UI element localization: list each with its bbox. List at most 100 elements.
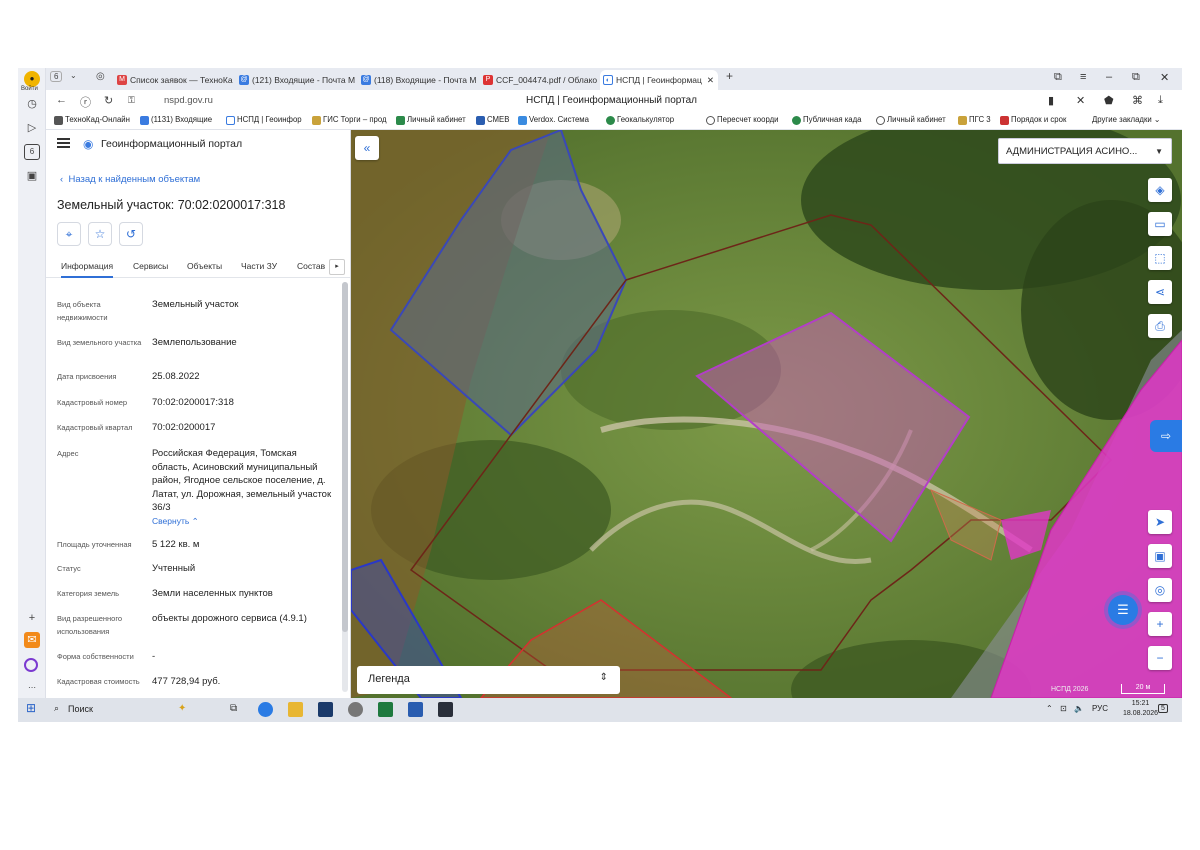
tab-objects[interactable]: Объекты xyxy=(187,261,222,271)
ruler-button[interactable]: ▭ xyxy=(1148,212,1172,236)
share-button[interactable]: ⋖ xyxy=(1148,280,1172,304)
basemap-button[interactable]: ▣ xyxy=(1148,544,1172,568)
bookmark-item[interactable]: Геокалькулятор xyxy=(606,115,674,125)
shield-icon[interactable]: ⬟ xyxy=(1104,94,1114,107)
bookmark-item[interactable]: Пересчет коорди xyxy=(706,115,779,125)
folder-icon[interactable] xyxy=(288,702,303,717)
bookmark-item[interactable]: Verdox. Система xyxy=(518,115,589,125)
layers-button[interactable]: ◈ xyxy=(1148,178,1172,202)
tab-1[interactable]: M Список заявок — ТехноКа xyxy=(114,70,234,90)
close-tab-icon[interactable]: ✕ xyxy=(707,70,714,90)
translate-icon[interactable]: ⌘ xyxy=(1132,94,1143,107)
bookmark-item[interactable]: Публичная када xyxy=(792,115,862,125)
tab-5-active[interactable]: ◐ НСПД | Геоинформац ✕ xyxy=(600,70,718,90)
zoom-in-button[interactable]: + xyxy=(1148,612,1172,636)
url-field[interactable]: nspd.gov.ru xyxy=(164,95,213,106)
locate-object-button[interactable]: ⌖ xyxy=(57,222,81,246)
favorite-button[interactable]: ☆ xyxy=(88,222,112,246)
tabs-counter-icon[interactable]: 6 xyxy=(24,144,40,160)
menu-icon[interactable]: ≡ xyxy=(1080,71,1086,83)
mail-app-icon[interactable]: ✉ xyxy=(24,632,40,648)
admin-select[interactable]: АДМИНИСТРАЦИЯ АСИНО... ▼ xyxy=(998,138,1172,164)
cabinet-icon xyxy=(396,116,405,125)
edge-icon[interactable] xyxy=(258,702,273,717)
notifications-icon[interactable]: 5 xyxy=(1158,704,1168,713)
copilot-icon[interactable]: ✦ xyxy=(178,703,186,714)
bookmark-item[interactable]: (1131) Входящие xyxy=(140,115,212,125)
collapse-panel-button[interactable]: « xyxy=(355,136,379,160)
play-icon[interactable]: ▷ xyxy=(24,120,40,136)
chevron-down-icon[interactable]: ⌄ xyxy=(70,71,77,80)
bookmark-item[interactable]: ТехноКад-Онлайн xyxy=(54,115,130,125)
reload-icon[interactable]: ↻ xyxy=(104,94,113,107)
clock[interactable]: 15:21 18.08.2026 xyxy=(1123,699,1158,719)
more-icon[interactable]: ⋯ xyxy=(24,680,40,696)
tab-information[interactable]: Информация xyxy=(61,261,114,278)
tab-count-button[interactable]: 6 xyxy=(50,71,63,82)
close-window-button[interactable]: ✕ xyxy=(1160,71,1169,84)
bookmark-item[interactable]: СМЕВ xyxy=(476,115,509,125)
back-icon[interactable]: ← xyxy=(56,94,67,106)
screenshot-icon[interactable]: ▣ xyxy=(24,168,40,184)
windows-start-icon[interactable]: ⊞ xyxy=(26,701,36,715)
chat-button[interactable]: ☰ xyxy=(1108,595,1138,625)
history-icon[interactable]: ◷ xyxy=(24,96,40,112)
word-icon[interactable] xyxy=(408,702,423,717)
restore-button[interactable]: ⧉ xyxy=(1132,71,1140,84)
geolocation-button[interactable]: ➤ xyxy=(1148,510,1172,534)
app-title: Геоинформационный портал xyxy=(101,138,243,150)
excel-icon[interactable] xyxy=(378,702,393,717)
menu-icon[interactable] xyxy=(57,138,70,148)
field-label: Вид земельного участка xyxy=(57,338,142,347)
add-icon[interactable]: + xyxy=(24,610,40,626)
print-button[interactable]: ⎙ xyxy=(1148,314,1172,338)
profile-icon[interactable]: ● xyxy=(24,71,40,87)
tray-chevron-icon[interactable]: ⌃ xyxy=(1046,704,1053,713)
volume-icon[interactable]: 🔈 xyxy=(1074,704,1084,713)
app-icon[interactable] xyxy=(348,702,363,717)
tab-4[interactable]: P CCF_004474.pdf / Облако xyxy=(480,70,598,90)
collapse-link[interactable]: Свернуть ⌃ xyxy=(152,515,332,529)
tab-parts[interactable]: Части ЗУ xyxy=(241,261,277,271)
downloads-icon[interactable]: ⤓ xyxy=(1158,94,1163,107)
tab-composition[interactable]: Состав xyxy=(297,261,325,271)
taskbar-search[interactable]: ⌕ Поиск xyxy=(48,700,218,720)
extension-icon[interactable]: ✕ xyxy=(1076,94,1085,107)
yandex-browser-icon[interactable] xyxy=(318,702,333,717)
map-view[interactable]: « АДМИНИСТРАЦИЯ АСИНО... ▼ ◈ ▭ ⬚ ⋖ ⎙ ⇨ ➤ … xyxy=(351,130,1182,698)
minimize-button[interactable]: – xyxy=(1106,71,1112,83)
yandex-icon[interactable]: ⓡ xyxy=(80,94,91,110)
language-indicator[interactable]: РУС xyxy=(1092,704,1108,713)
mail-icon: @ xyxy=(239,75,249,85)
field-value: 25.08.2022 xyxy=(152,371,200,382)
new-tab-button[interactable]: + xyxy=(726,69,733,83)
bookmark-item[interactable]: ПГС 3 xyxy=(958,115,991,125)
alice-icon[interactable] xyxy=(24,658,38,672)
task-view-icon[interactable]: ⧉ xyxy=(230,703,237,714)
network-icon[interactable]: ⊡ xyxy=(1060,704,1067,713)
tabs-scroll-right-button[interactable]: ▸ xyxy=(329,259,345,275)
select-area-button[interactable]: ⬚ xyxy=(1148,246,1172,270)
bookmark-item[interactable]: НСПД | Геоинфор xyxy=(226,115,302,125)
scrollbar-thumb[interactable] xyxy=(342,282,348,632)
tab-services[interactable]: Сервисы xyxy=(133,261,168,271)
panel-scrollbar[interactable] xyxy=(342,282,348,692)
back-link[interactable]: ‹ Назад к найденным объектам xyxy=(60,174,200,185)
bookmark-icon[interactable]: ▮ xyxy=(1048,94,1054,107)
zoom-out-button[interactable]: − xyxy=(1148,646,1172,670)
profile-label[interactable]: Войти xyxy=(21,86,38,92)
bookmark-item[interactable]: Личный кабинет xyxy=(876,115,946,125)
legend-dropdown[interactable]: Легенда ⇕ xyxy=(357,666,620,694)
alice-tab-icon[interactable]: ◎ xyxy=(96,71,105,82)
tab-2[interactable]: @ (121) Входящие - Почта М xyxy=(236,70,356,90)
app-window-icon[interactable] xyxy=(438,702,453,717)
other-bookmarks[interactable]: Другие закладки ⌄ xyxy=(1092,115,1160,124)
location-pin-button[interactable]: ◎ xyxy=(1148,578,1172,602)
history-button[interactable]: ↺ xyxy=(119,222,143,246)
bookmark-item[interactable]: Личный кабинет xyxy=(396,115,466,125)
side-panel-toggle-icon[interactable]: ⇨ xyxy=(1150,420,1182,452)
bookmark-item[interactable]: Порядок и срок xyxy=(1000,115,1066,125)
bookmark-item[interactable]: ГИС Торги – прод xyxy=(312,115,387,125)
tab-3[interactable]: @ (118) Входящие - Почта М xyxy=(358,70,478,90)
collections-icon[interactable]: ⧉ xyxy=(1054,71,1062,84)
